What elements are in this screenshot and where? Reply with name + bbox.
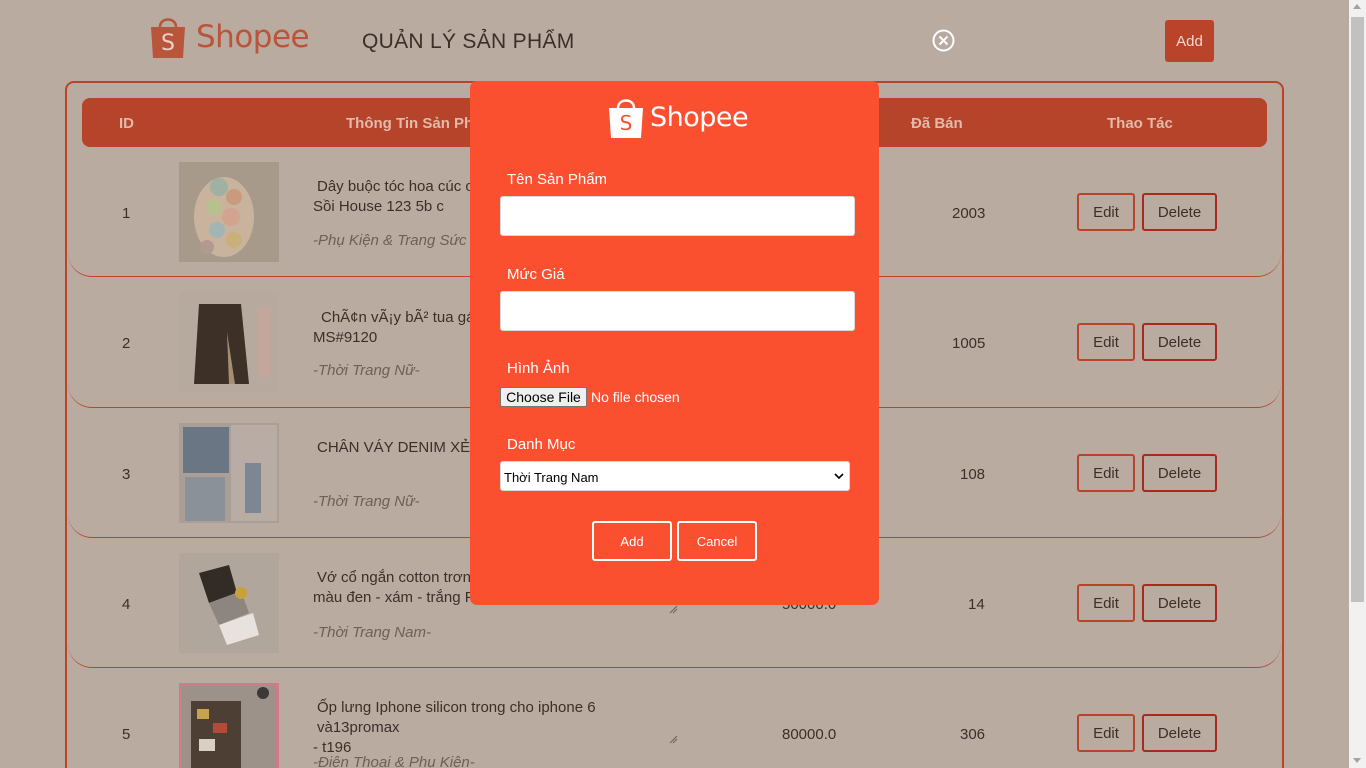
shopee-logo[interactable]: S Shopee [149, 14, 310, 60]
edit-button[interactable]: Edit [1077, 714, 1135, 752]
add-product-button[interactable]: Add [1165, 20, 1214, 62]
scrollbar-thumb[interactable] [1351, 17, 1364, 602]
table-row: 5 Ốp lưng Iphone silicon trong cho iphon… [68, 668, 1281, 768]
svg-text:S: S [620, 111, 633, 135]
product-category: -Phụ Kiện & Trang Sức N [313, 232, 482, 249]
sold-count: 108 [960, 466, 986, 483]
edit-button[interactable]: Edit [1077, 323, 1135, 361]
delete-button[interactable]: Delete [1142, 454, 1217, 492]
modal-add-button[interactable]: Add [592, 521, 672, 561]
product-thumbnail [179, 553, 279, 653]
product-price: 80000.0 [782, 726, 837, 743]
svg-text:S: S [161, 31, 175, 56]
modal-logo: S Shopee [608, 95, 749, 140]
shopee-bag-icon: S [609, 99, 643, 138]
scroll-down-arrow-icon[interactable] [1353, 758, 1361, 763]
sold-count: 306 [960, 726, 986, 743]
top-bar: S Shopee QUẢN LÝ SẢN PHẨM Add [0, 0, 1349, 80]
modal-logo-text: Shopee [650, 102, 749, 133]
row-id: 5 [122, 726, 131, 743]
category-selected-value: Thời Trang Nam [504, 470, 599, 485]
product-name-input[interactable] [500, 196, 855, 236]
edit-button[interactable]: Edit [1077, 584, 1135, 622]
page-title: QUẢN LÝ SẢN PHẨM [362, 30, 575, 53]
name-label: Tên Sản Phẩm [507, 171, 608, 188]
delete-button[interactable]: Delete [1142, 193, 1217, 231]
textarea-resize-handle[interactable] [668, 604, 678, 614]
product-category: -Thời Trang Nữ- [313, 362, 420, 379]
sold-count: 1005 [952, 335, 986, 352]
modal-cancel-button[interactable]: Cancel [677, 521, 757, 561]
product-name: Ốp lưng Iphone silicon trong cho iphone … [313, 699, 596, 756]
category-label: Danh Mục [507, 436, 576, 453]
product-thumbnail [179, 683, 279, 768]
add-product-modal: S Shopee Tên Sản Phẩm Mức Giá Hình Ảnh C… [470, 81, 879, 605]
row-id: 3 [122, 466, 131, 483]
column-header-sold: Đã Bán [911, 115, 963, 132]
product-thumbnail [179, 162, 279, 262]
edit-button[interactable]: Edit [1077, 454, 1135, 492]
product-price-input[interactable] [500, 291, 855, 331]
delete-button[interactable]: Delete [1142, 584, 1217, 622]
image-label: Hình Ảnh [507, 360, 570, 377]
row-id: 1 [122, 205, 131, 222]
product-thumbnail [179, 292, 279, 392]
shopee-bag-icon: S [151, 18, 185, 58]
category-select[interactable]: Thời Trang Nam [500, 461, 850, 491]
close-circle-icon[interactable] [932, 29, 955, 52]
column-header-id: ID [119, 115, 134, 132]
file-status-text: No file chosen [591, 389, 680, 405]
sold-count: 2003 [952, 205, 986, 222]
textarea-resize-handle[interactable] [668, 734, 678, 744]
product-category: -Điện Thoại & Phụ Kiện- [313, 754, 475, 768]
row-id: 4 [122, 596, 131, 613]
price-label: Mức Giá [507, 266, 565, 283]
delete-button[interactable]: Delete [1142, 323, 1217, 361]
delete-button[interactable]: Delete [1142, 714, 1217, 752]
chevron-down-icon [834, 473, 844, 480]
choose-file-button[interactable]: Choose File [500, 387, 587, 407]
sold-count: 14 [968, 596, 985, 613]
column-header-actions: Thao Tác [1107, 115, 1173, 132]
logo-text: Shopee [196, 19, 310, 55]
scroll-up-arrow-icon[interactable] [1353, 4, 1361, 9]
product-thumbnail [179, 423, 279, 523]
row-id: 2 [122, 335, 131, 352]
edit-button[interactable]: Edit [1077, 193, 1135, 231]
product-category: -Thời Trang Nam- [313, 624, 431, 641]
product-category: -Thời Trang Nữ- [313, 493, 420, 510]
